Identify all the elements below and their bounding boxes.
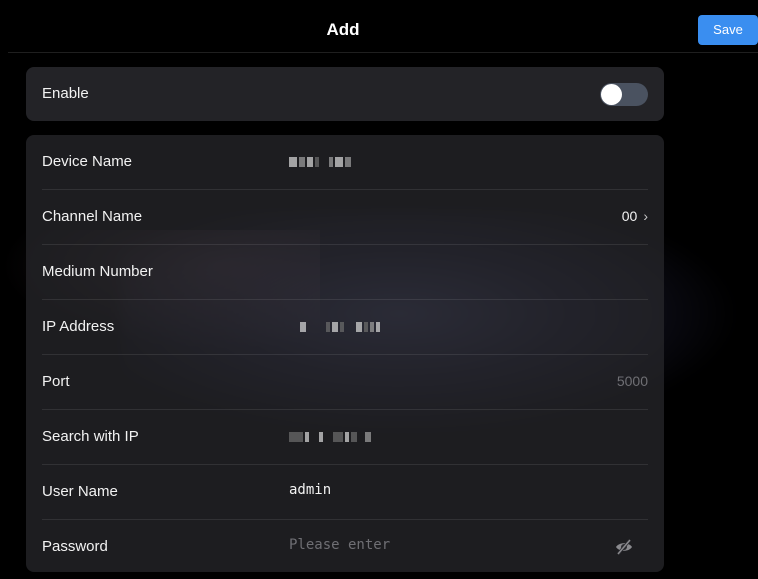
- ip-address-label: IP Address: [42, 318, 115, 335]
- medium-number-label: Medium Number: [42, 263, 153, 280]
- channel-name-selector[interactable]: 00 ›: [622, 208, 648, 224]
- ip-address-value-redacted[interactable]: [300, 320, 380, 334]
- port-row[interactable]: Port 5000: [42, 355, 648, 410]
- password-input[interactable]: Please enter: [289, 537, 390, 553]
- search-with-ip-label: Search with IP: [42, 428, 139, 445]
- enable-label: Enable: [42, 85, 89, 102]
- user-name-input[interactable]: admin: [289, 482, 331, 498]
- channel-name-row[interactable]: Channel Name 00 ›: [42, 190, 648, 245]
- medium-number-row[interactable]: Medium Number: [42, 245, 648, 300]
- device-name-value-redacted[interactable]: [289, 155, 351, 169]
- eye-off-icon[interactable]: [614, 537, 634, 557]
- page-title: Add: [326, 20, 360, 39]
- toggle-knob: [601, 84, 622, 105]
- enable-card: Enable: [26, 67, 664, 121]
- password-row[interactable]: Password Please enter: [42, 520, 648, 574]
- user-name-label: User Name: [42, 483, 118, 500]
- channel-name-value: 00: [621, 208, 638, 224]
- password-label: Password: [42, 538, 108, 555]
- enable-row: Enable: [42, 67, 648, 121]
- save-button[interactable]: Save: [698, 15, 758, 45]
- chevron-right-icon: ›: [643, 208, 648, 224]
- header-bar: Add Save: [8, 8, 758, 53]
- screen: Add Save Enable Device Name Channel Name…: [0, 0, 758, 579]
- device-form-card: Device Name Channel Name 00 › Medium Numb…: [26, 135, 664, 572]
- user-name-row[interactable]: User Name admin: [42, 465, 648, 520]
- search-with-ip-value-redacted[interactable]: [289, 430, 371, 444]
- device-name-row[interactable]: Device Name: [42, 135, 648, 190]
- device-name-label: Device Name: [42, 153, 133, 170]
- port-input[interactable]: 5000: [617, 373, 648, 389]
- search-with-ip-row[interactable]: Search with IP: [42, 410, 648, 465]
- ip-address-row[interactable]: IP Address: [42, 300, 648, 355]
- enable-toggle[interactable]: [600, 83, 648, 106]
- port-label: Port: [42, 373, 70, 390]
- channel-name-label: Channel Name: [42, 208, 143, 225]
